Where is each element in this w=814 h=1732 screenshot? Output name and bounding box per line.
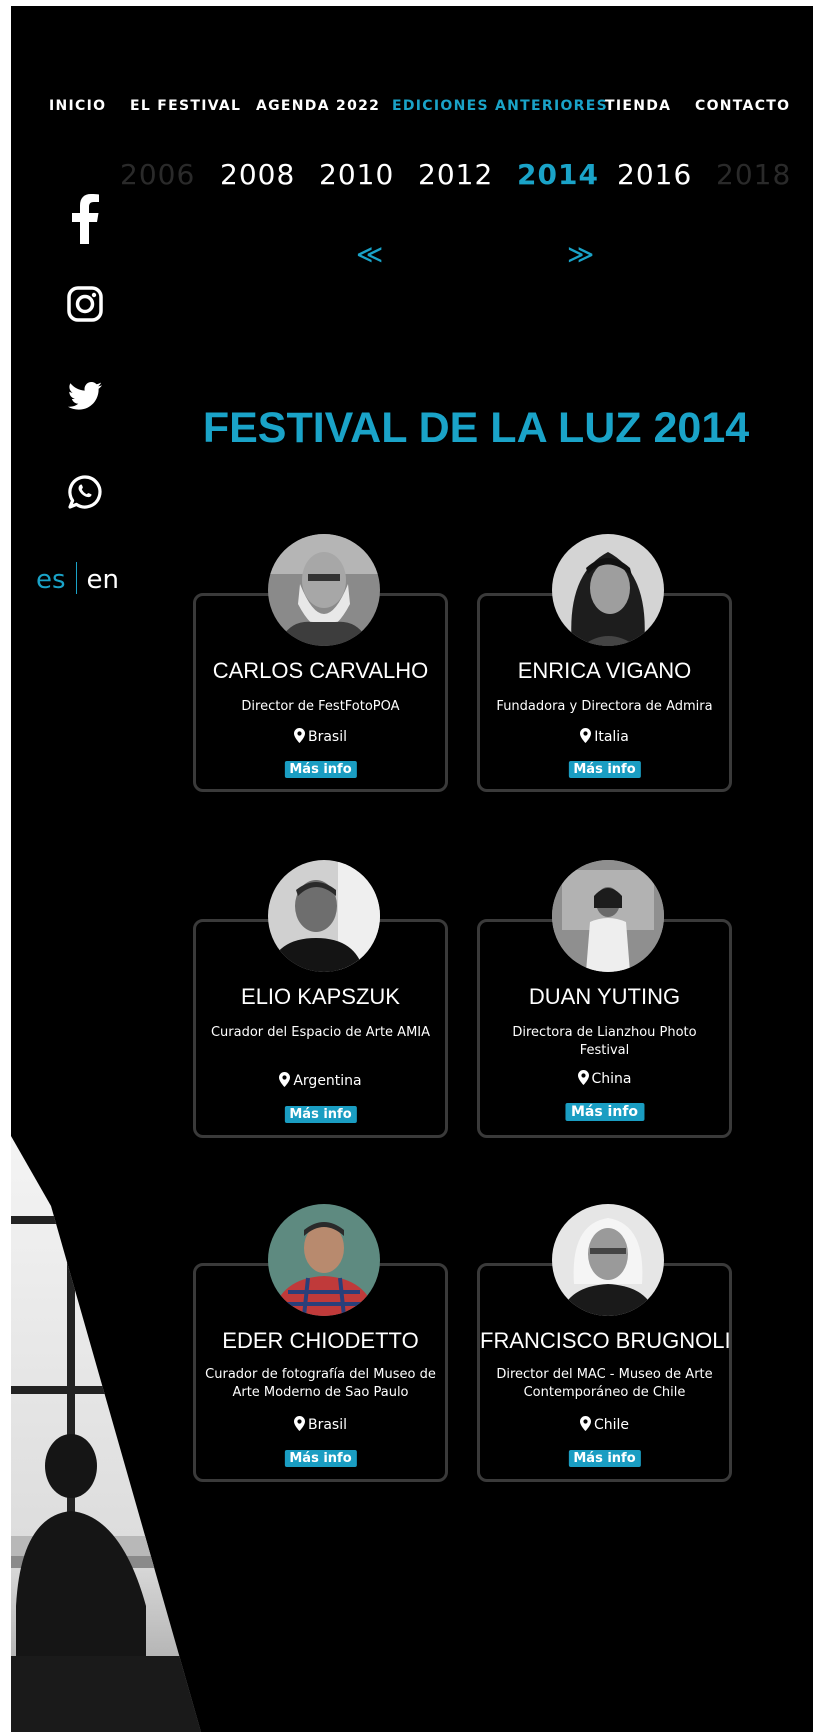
person-role: Director del MAC - Museo de Arte Contemp… [496, 1367, 713, 1400]
nav-item-agenda-2022[interactable]: AGENDA 2022 [256, 98, 380, 114]
next-arrow-button[interactable]: ≫ [567, 240, 594, 270]
person-role: Curador de fotografía del Museo de Arte … [205, 1367, 436, 1400]
page-title: FESTIVAL DE LA LUZ 2014 [202, 404, 750, 452]
avatar [552, 1204, 664, 1316]
prev-arrow-button[interactable]: ≪ [356, 240, 383, 270]
person-country: Chile [593, 1417, 630, 1433]
avatar [268, 534, 380, 646]
twitter-icon[interactable] [49, 382, 121, 410]
nav-item-tienda[interactable]: TIENDA [605, 98, 671, 114]
avatar [268, 860, 380, 972]
lang-en[interactable]: en [87, 565, 119, 595]
lang-separator [75, 562, 77, 594]
location-pin-icon [580, 728, 592, 743]
year-2014[interactable]: 2014 [517, 158, 599, 191]
person-location: Brasil [196, 728, 445, 745]
person-role: Curador del Espacio de Arte AMIA [210, 1025, 431, 1040]
person-country: Brasil [307, 1417, 347, 1433]
nav-item-ediciones-anteriores[interactable]: EDICIONES ANTERIORES [392, 98, 608, 114]
person-location: Chile [480, 1416, 729, 1433]
person-role: Fundadora y Directora de Admira [496, 699, 713, 714]
avatar [268, 1204, 380, 1316]
year-2012[interactable]: 2012 [418, 158, 493, 191]
mas-info-button[interactable]: Más info [564, 1103, 645, 1121]
whatsapp-icon[interactable] [49, 474, 121, 510]
person-name: ELIO KAPSZUK [241, 984, 400, 1009]
year-2006[interactable]: 2006 [120, 158, 195, 191]
person-role: Director de FestFotoPOA [241, 699, 400, 714]
facebook-icon[interactable] [49, 194, 121, 244]
nav-item-el-festival[interactable]: EL FESTIVAL [130, 98, 241, 114]
location-pin-icon [279, 1072, 291, 1087]
language-switch: es en [36, 562, 119, 595]
avatar [552, 860, 664, 972]
mas-info-button[interactable]: Más info [284, 761, 357, 778]
mas-info-button[interactable]: Más info [568, 1450, 641, 1467]
person-name: ENRICA VIGANO [517, 658, 692, 683]
person-name: DUAN YUTING [528, 984, 681, 1009]
mas-info-button[interactable]: Más info [568, 761, 641, 778]
person-name: CARLOS CARVALHO [212, 658, 429, 683]
year-selector: 2006 2008 2010 2012 2014 2016 2018 [11, 158, 813, 202]
main-nav: INICIO EL FESTIVAL AGENDA 2022 EDICIONES… [11, 98, 813, 128]
mas-info-button[interactable]: Más info [284, 1450, 357, 1467]
lang-es[interactable]: es [36, 565, 66, 595]
location-pin-icon [293, 728, 305, 743]
nav-item-contacto[interactable]: CONTACTO [695, 98, 790, 114]
year-2018[interactable]: 2018 [716, 158, 791, 191]
person-country: Italia [594, 729, 629, 745]
avatar [552, 534, 664, 646]
location-pin-icon [577, 1070, 589, 1085]
person-location: Argentina [196, 1072, 445, 1089]
person-location: China [480, 1070, 729, 1087]
year-2010[interactable]: 2010 [319, 158, 394, 191]
person-location: Brasil [196, 1416, 445, 1433]
person-location: Italia [480, 728, 729, 745]
person-country: Argentina [293, 1073, 362, 1089]
instagram-icon[interactable] [49, 286, 121, 322]
location-pin-icon [293, 1416, 305, 1431]
mas-info-button[interactable]: Más info [284, 1106, 357, 1123]
person-country: Brasil [307, 729, 347, 745]
person-country: China [591, 1071, 632, 1087]
year-2016[interactable]: 2016 [617, 158, 692, 191]
location-pin-icon [579, 1416, 591, 1431]
nav-item-inicio[interactable]: INICIO [49, 98, 106, 114]
year-2008[interactable]: 2008 [220, 158, 295, 191]
person-role: Directora de Lianzhou Photo Festival [512, 1025, 697, 1058]
page: INICIO EL FESTIVAL AGENDA 2022 EDICIONES… [11, 6, 813, 1732]
person-name: FRANCISCO BRUGNOLI [480, 1328, 731, 1353]
person-name: EDER CHIODETTO [222, 1328, 419, 1353]
